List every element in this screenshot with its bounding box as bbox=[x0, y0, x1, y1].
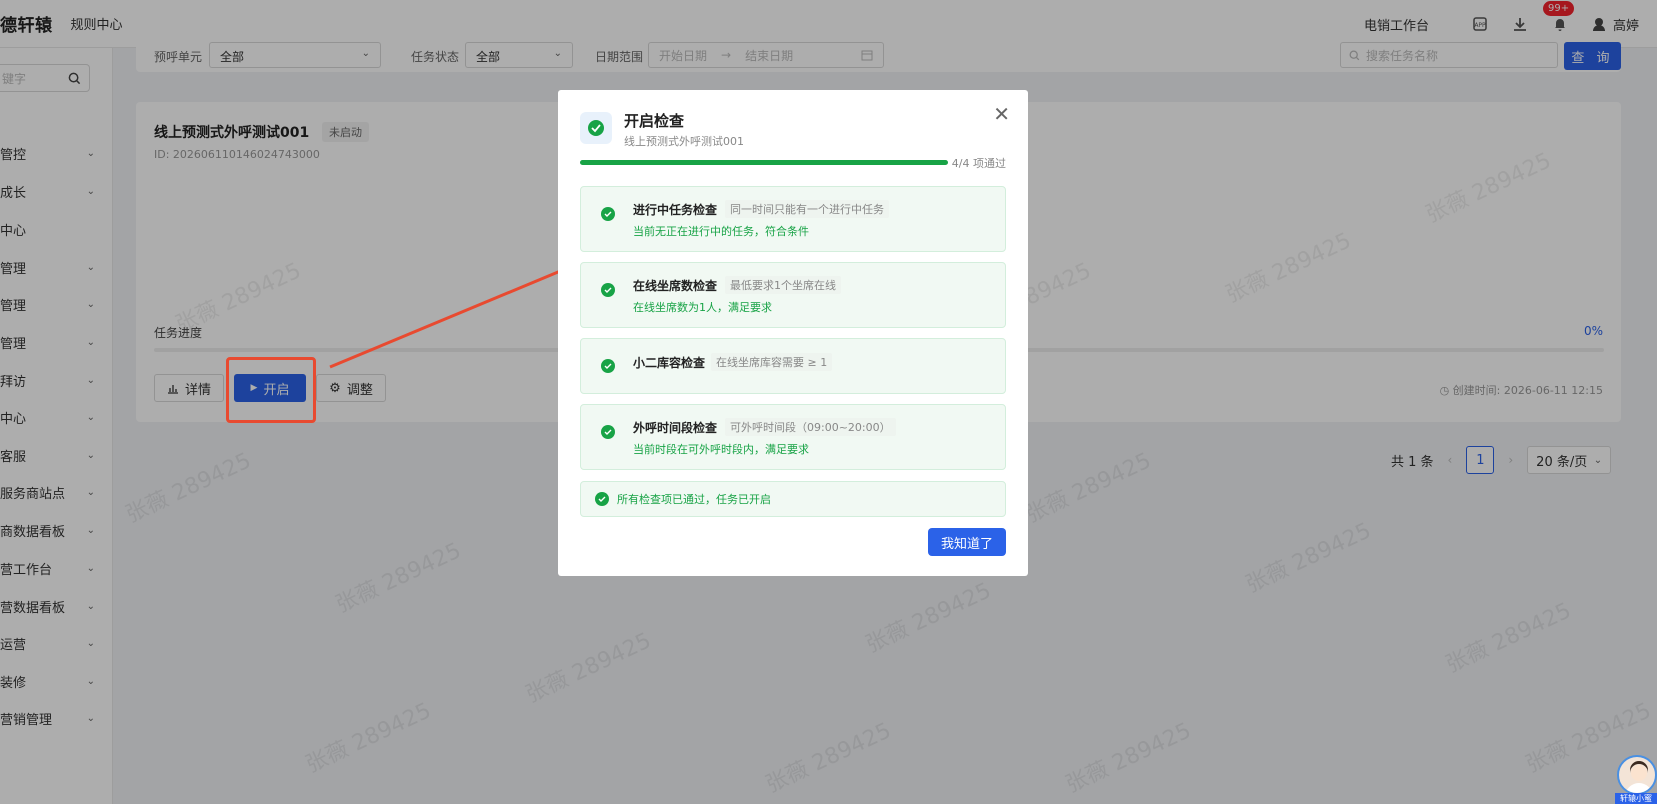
all-passed-message: 所有检查项已通过，任务已开启 bbox=[580, 481, 1006, 517]
dialog-subtitle: 线上预测式外呼测试001 bbox=[624, 135, 744, 148]
all-passed-text: 所有检查项已通过，任务已开启 bbox=[617, 493, 771, 506]
check-requirement: 最低要求1个坐席在线 bbox=[725, 276, 841, 294]
check-circle-icon bbox=[601, 207, 615, 221]
check-result: 当前时段在可外呼时段内，满足要求 bbox=[633, 443, 809, 456]
annotation-highlight-box bbox=[226, 357, 316, 423]
check-result: 当前无正在进行中的任务，符合条件 bbox=[633, 225, 809, 238]
close-icon[interactable]: ✕ bbox=[993, 104, 1010, 124]
check-count: 4/4 项通过 bbox=[951, 157, 1006, 170]
assistant-avatar bbox=[1617, 755, 1657, 795]
check-shield-icon bbox=[580, 112, 612, 144]
check-name: 进行中任务检查 bbox=[633, 203, 718, 217]
start-check-dialog: 开启检查 线上预测式外呼测试001 ✕ 4/4 项通过 进行中任务检查 同一时间… bbox=[558, 90, 1028, 576]
check-requirement: 在线坐席库容需要 ≥ 1 bbox=[711, 353, 833, 371]
check-requirement: 可外呼时间段（09:00~20:00） bbox=[725, 418, 896, 436]
check-result: 在线坐席数为1人，满足要求 bbox=[633, 301, 772, 314]
dialog-title: 开启检查 bbox=[624, 112, 685, 130]
check-item: 小二库容检查 在线坐席库容需要 ≥ 1 bbox=[580, 338, 1006, 394]
assistant-widget[interactable]: 轩辕小蜜 bbox=[1615, 755, 1657, 804]
check-item: 在线坐席数检查 最低要求1个坐席在线 在线坐席数为1人，满足要求 bbox=[580, 262, 1006, 328]
check-circle-icon bbox=[601, 425, 615, 439]
check-name: 小二库容检查 bbox=[633, 356, 706, 370]
check-requirement: 同一时间只能有一个进行中任务 bbox=[725, 200, 889, 218]
check-circle-icon bbox=[595, 492, 609, 506]
check-item: 进行中任务检查 同一时间只能有一个进行中任务 当前无正在进行中的任务，符合条件 bbox=[580, 186, 1006, 252]
check-item: 外呼时间段检查 可外呼时间段（09:00~20:00） 当前时段在可外呼时段内，… bbox=[580, 404, 1006, 470]
check-name: 外呼时间段检查 bbox=[633, 421, 718, 435]
got-it-button[interactable]: 我知道了 bbox=[928, 528, 1006, 556]
check-progress-bar bbox=[580, 160, 948, 165]
check-name: 在线坐席数检查 bbox=[633, 279, 718, 293]
check-circle-icon bbox=[601, 283, 615, 297]
assistant-label: 轩辕小蜜 bbox=[1615, 793, 1657, 804]
check-circle-icon bbox=[601, 359, 615, 373]
